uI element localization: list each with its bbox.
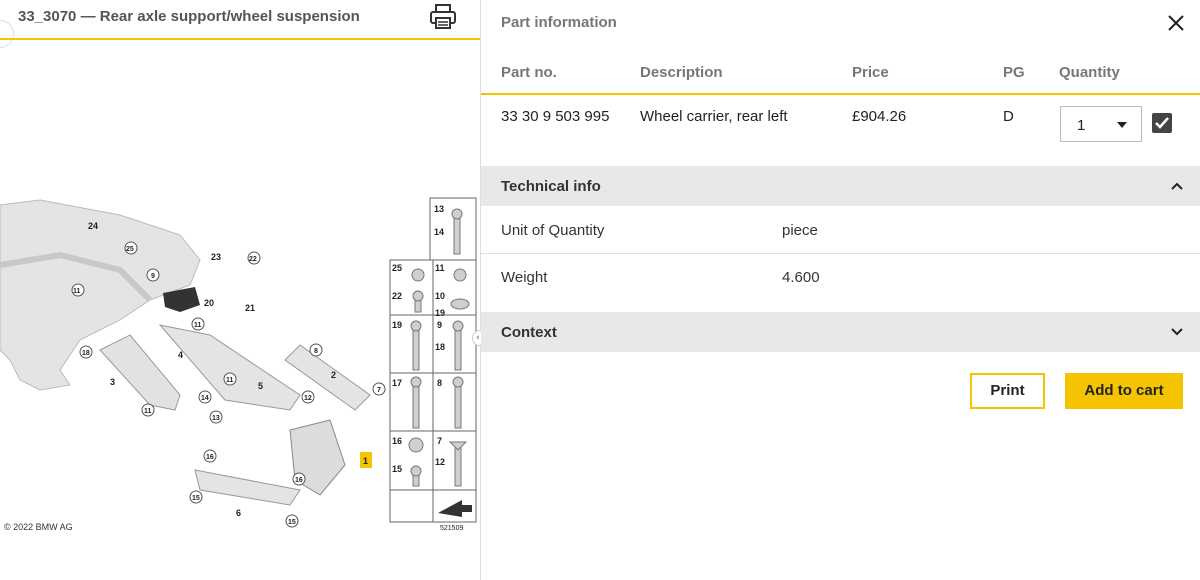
svg-text:19: 19 <box>435 308 445 318</box>
svg-text:11: 11 <box>144 408 152 415</box>
header-divider <box>481 93 1200 95</box>
svg-text:23: 23 <box>211 252 221 262</box>
fasteners-table <box>389 197 477 523</box>
technical-info-header[interactable]: Technical info <box>481 166 1200 206</box>
svg-text:2: 2 <box>331 370 336 380</box>
svg-text:14: 14 <box>201 395 209 402</box>
diagram-header: 33_3070 — Rear axle support/wheel suspen… <box>0 0 480 40</box>
svg-text:8: 8 <box>314 348 318 355</box>
svg-text:21: 21 <box>245 303 255 313</box>
svg-text:17: 17 <box>392 378 402 388</box>
svg-text:18: 18 <box>435 342 445 352</box>
svg-text:11: 11 <box>435 263 445 273</box>
close-icon <box>1168 15 1184 31</box>
svg-text:4: 4 <box>178 350 183 360</box>
printer-icon <box>430 4 456 29</box>
part-pg: D <box>1003 108 1014 125</box>
svg-text:24: 24 <box>88 221 98 231</box>
copyright: © 2022 BMW AG <box>4 522 73 532</box>
svg-text:15: 15 <box>392 464 402 474</box>
svg-text:15: 15 <box>288 519 296 526</box>
svg-text:12: 12 <box>435 457 445 467</box>
weight-value: 4.600 <box>782 269 820 286</box>
part-number: 33 30 9 503 995 <box>501 108 610 125</box>
context-header[interactable]: Context <box>481 312 1200 352</box>
svg-text:7: 7 <box>377 387 381 394</box>
svg-text:9: 9 <box>151 273 155 280</box>
svg-text:16: 16 <box>295 477 303 484</box>
svg-text:22: 22 <box>392 291 402 301</box>
part-description: Wheel carrier, rear left <box>640 108 788 125</box>
quantity-select[interactable]: 1 <box>1060 106 1142 142</box>
dropdown-arrow-icon <box>1117 122 1127 128</box>
svg-text:18: 18 <box>82 350 90 357</box>
svg-text:11: 11 <box>194 322 202 329</box>
svg-text:521509: 521509 <box>440 525 463 532</box>
close-button[interactable] <box>1163 10 1189 36</box>
diagram-pane: 33_3070 — Rear axle support/wheel suspen… <box>0 0 480 580</box>
svg-text:13: 13 <box>434 204 444 214</box>
quantity-value: 1 <box>1077 117 1086 134</box>
svg-text:16: 16 <box>392 436 402 446</box>
context-label: Context <box>501 324 557 341</box>
svg-text:1: 1 <box>363 456 368 466</box>
chevron-up-icon <box>1171 182 1183 190</box>
checkmark-icon <box>1155 117 1169 129</box>
panel-title: Part information <box>501 14 617 31</box>
print-diagram-button[interactable] <box>428 2 458 32</box>
add-to-cart-button[interactable]: Add to cart <box>1065 373 1183 409</box>
svg-text:10: 10 <box>435 291 445 301</box>
unit-of-quantity-label: Unit of Quantity <box>501 222 605 239</box>
technical-info-label: Technical info <box>501 178 601 195</box>
svg-text:16: 16 <box>206 454 214 461</box>
svg-text:20: 20 <box>204 298 214 308</box>
unit-of-quantity-value: piece <box>782 222 818 239</box>
part-info-pane: Part information Part no. Description Pr… <box>481 0 1200 580</box>
svg-text:13: 13 <box>212 415 220 422</box>
column-header-description: Description <box>640 64 723 81</box>
svg-text:6: 6 <box>236 508 241 518</box>
weight-label: Weight <box>501 269 548 286</box>
column-header-part-no: Part no. <box>501 64 557 81</box>
info-divider <box>481 253 1200 254</box>
print-button[interactable]: Print <box>970 373 1045 409</box>
parts-diagram: 1 24 25 23 22 9 11 20 21 11 18 4 3 11 5 … <box>0 197 477 532</box>
column-header-price: Price <box>852 64 889 81</box>
diagram-title: 33_3070 — Rear axle support/wheel suspen… <box>18 8 360 25</box>
column-header-quantity: Quantity <box>1059 64 1120 81</box>
column-header-pg: PG <box>1003 64 1025 81</box>
svg-text:25: 25 <box>392 263 402 273</box>
svg-text:25: 25 <box>126 246 134 253</box>
select-checkbox[interactable] <box>1152 113 1172 133</box>
svg-text:11: 11 <box>73 288 81 295</box>
svg-text:9: 9 <box>437 320 442 330</box>
svg-text:11: 11 <box>226 377 234 384</box>
arrow-icon <box>438 500 472 517</box>
svg-text:19: 19 <box>392 320 402 330</box>
svg-text:22: 22 <box>249 256 257 263</box>
chevron-down-icon <box>1171 328 1183 336</box>
svg-text:12: 12 <box>304 395 312 402</box>
part-price: £904.26 <box>852 108 907 125</box>
svg-text:8: 8 <box>437 378 442 388</box>
svg-text:15: 15 <box>192 495 200 502</box>
fasteners-labels: 13 14 25 11 22 10 19 19 9 18 17 8 16 7 1… <box>392 204 463 532</box>
svg-text:7: 7 <box>437 436 442 446</box>
svg-text:3: 3 <box>110 377 115 387</box>
svg-text:5: 5 <box>258 381 263 391</box>
svg-text:14: 14 <box>434 227 444 237</box>
